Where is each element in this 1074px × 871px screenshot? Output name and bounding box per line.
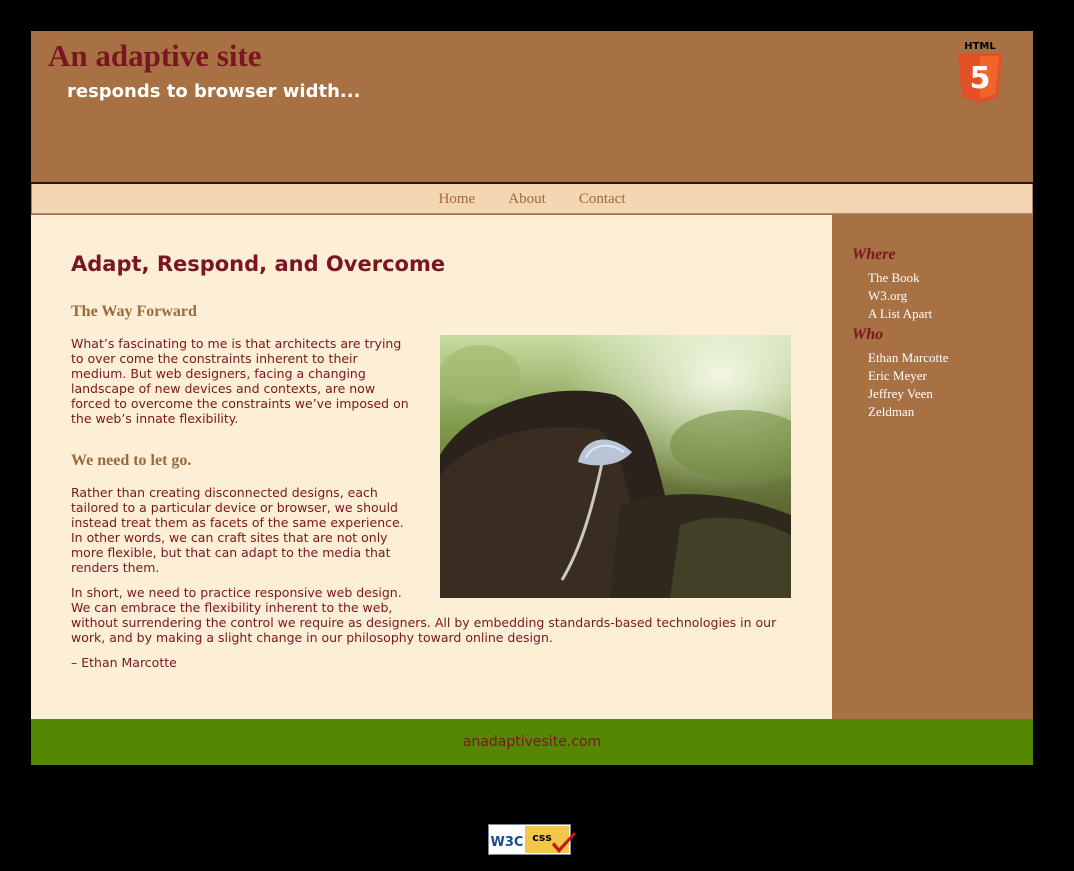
sidebar-link-the-book[interactable]: The Book	[868, 269, 932, 287]
article-heading: Adapt, Respond, and Overcome	[71, 252, 446, 276]
sidebar-where-list: The Book W3.org A List Apart	[868, 269, 932, 323]
w3c-css-badge-icon[interactable]: W3C css	[488, 824, 576, 856]
sidebar-heading-who: Who	[852, 326, 884, 343]
main-nav: Home About Contact	[31, 184, 1033, 214]
html5-logo-icon: HTML 5	[958, 41, 1002, 103]
sidebar-link-jeffrey-veen[interactable]: Jeffrey Veen	[868, 385, 949, 403]
site-footer: anadaptivesite.com	[31, 719, 1033, 765]
main-content: Adapt, Respond, and Overcome The Way For…	[31, 215, 832, 719]
sidebar-link-a-list-apart[interactable]: A List Apart	[868, 305, 932, 323]
sidebar-who-list: Ethan Marcotte Eric Meyer Jeffrey Veen Z…	[868, 349, 949, 421]
site-tagline: responds to browser width...	[67, 81, 361, 102]
html5-badge-text: HTML	[964, 41, 996, 52]
sidebar-link-zeldman[interactable]: Zeldman	[868, 403, 949, 421]
section-title-let-go: We need to let go.	[71, 452, 192, 469]
section-title-way-forward: The Way Forward	[71, 303, 197, 320]
nav-item-home[interactable]: Home	[438, 184, 475, 214]
nav-item-about[interactable]: About	[508, 184, 546, 214]
page-container: An adaptive site responds to browser wid…	[31, 31, 1033, 765]
sidebar: Where The Book W3.org A List Apart Who E…	[832, 215, 1033, 719]
paragraph-let-go: Rather than creating disconnected design…	[71, 485, 404, 575]
sidebar-link-ethan-marcotte[interactable]: Ethan Marcotte	[868, 349, 949, 367]
site-header: An adaptive site responds to browser wid…	[31, 31, 1033, 184]
site-title: An adaptive site	[48, 38, 262, 73]
mushroom-photo	[440, 335, 791, 598]
sidebar-link-w3org[interactable]: W3.org	[868, 287, 932, 305]
nav-item-contact[interactable]: Contact	[579, 184, 626, 214]
w3c-badge-text: W3C	[491, 835, 524, 850]
signature: – Ethan Marcotte	[71, 655, 177, 670]
html5-badge-number: 5	[970, 61, 991, 96]
footer-domain: anadaptivesite.com	[462, 734, 602, 750]
css-badge-text: css	[532, 831, 552, 844]
sidebar-link-eric-meyer[interactable]: Eric Meyer	[868, 367, 949, 385]
paragraph-way-forward: What’s fascinating to me is that archite…	[71, 336, 409, 426]
sidebar-heading-where: Where	[852, 246, 896, 263]
